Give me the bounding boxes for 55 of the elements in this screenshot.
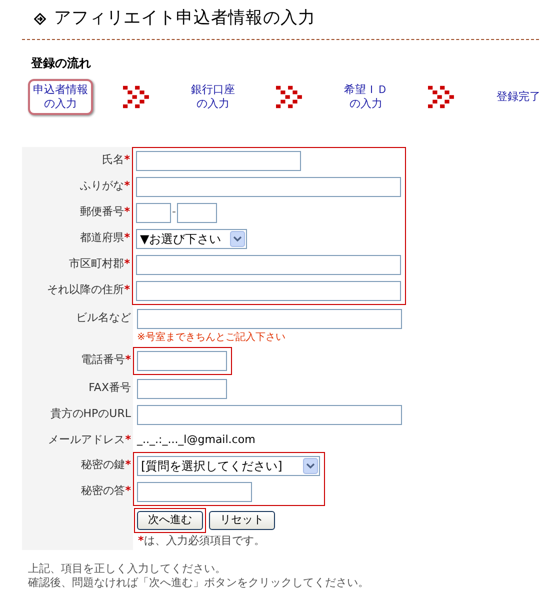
field-label: 都道府県 <box>80 230 124 246</box>
required-mark: * <box>125 432 131 448</box>
zip-input[interactable] <box>136 202 171 222</box>
flow-step: 登録完了 <box>486 78 551 114</box>
zip-separator: - <box>172 204 176 220</box>
field-label: ふりがな <box>80 178 124 194</box>
field-label: 電話番号 <box>81 352 126 368</box>
section-heading: 登録の流れ <box>31 54 92 72</box>
required-mark: * <box>124 178 130 194</box>
field-hint: ※号室まできちんとご記入下さい <box>137 330 286 344</box>
required-mark: * <box>125 352 131 368</box>
field-label: 市区町村郡 <box>69 256 124 272</box>
zip-input[interactable] <box>176 202 217 222</box>
field-label: FAX番号 <box>88 380 131 396</box>
dropdown[interactable]: [質問を選択してください] <box>137 456 320 476</box>
form-button[interactable]: 次へ進む <box>137 510 203 530</box>
flow-step: 銀行口座 の入力 <box>180 78 246 114</box>
email-value: _.._.:_..._l@gmail.com <box>137 432 256 448</box>
double-chevron-icon <box>276 84 304 108</box>
flow-step: 申込者情報 の入力 <box>28 78 93 114</box>
text-input[interactable] <box>136 280 401 300</box>
dropdown[interactable]: ▼お選び下さい <box>136 228 247 248</box>
text-input[interactable] <box>137 308 402 328</box>
field-label: 秘密の答 <box>81 482 126 498</box>
form-button[interactable]: リセット <box>209 510 275 530</box>
field-label: ビル名など <box>76 310 131 326</box>
field-label: 郵便番号 <box>80 204 124 220</box>
field-label: 秘密の鍵 <box>81 456 126 472</box>
text-input[interactable] <box>137 404 402 424</box>
field-label: 貴方のHPのURL <box>50 406 131 422</box>
flow-step: 希望ＩＤ の入力 <box>333 78 398 114</box>
required-mark: * <box>124 204 130 220</box>
required-mark: * <box>124 282 130 298</box>
field-label: メールアドレス <box>48 432 126 448</box>
double-chevron-icon <box>428 84 456 108</box>
field-label: 氏名 <box>102 152 124 168</box>
required-mark: * <box>125 456 131 472</box>
required-mark: * <box>124 152 130 168</box>
required-mark: * <box>124 256 130 272</box>
text-input[interactable] <box>137 350 227 370</box>
text-input[interactable] <box>136 254 401 274</box>
required-mark: * <box>124 230 130 246</box>
instruction-text: 確認後、問題なければ「次へ進む」ボタンをクリックしてください。 <box>28 576 370 590</box>
required-mark: * <box>138 532 144 548</box>
text-input[interactable] <box>136 176 401 196</box>
arrow-diamond-icon <box>34 12 46 25</box>
page-title: アフィリエイト申込者情報の入力 <box>54 7 316 30</box>
double-chevron-icon <box>123 84 151 108</box>
text-input[interactable] <box>136 150 301 170</box>
text-input[interactable] <box>137 378 227 398</box>
field-label: それ以降の住所 <box>47 282 124 298</box>
required-mark: * <box>125 482 131 498</box>
required-note: は、入力必須項目です。 <box>144 532 265 548</box>
instruction-text: 上記、項目を正しく入力してください。 <box>28 562 227 576</box>
text-input[interactable] <box>137 482 252 502</box>
